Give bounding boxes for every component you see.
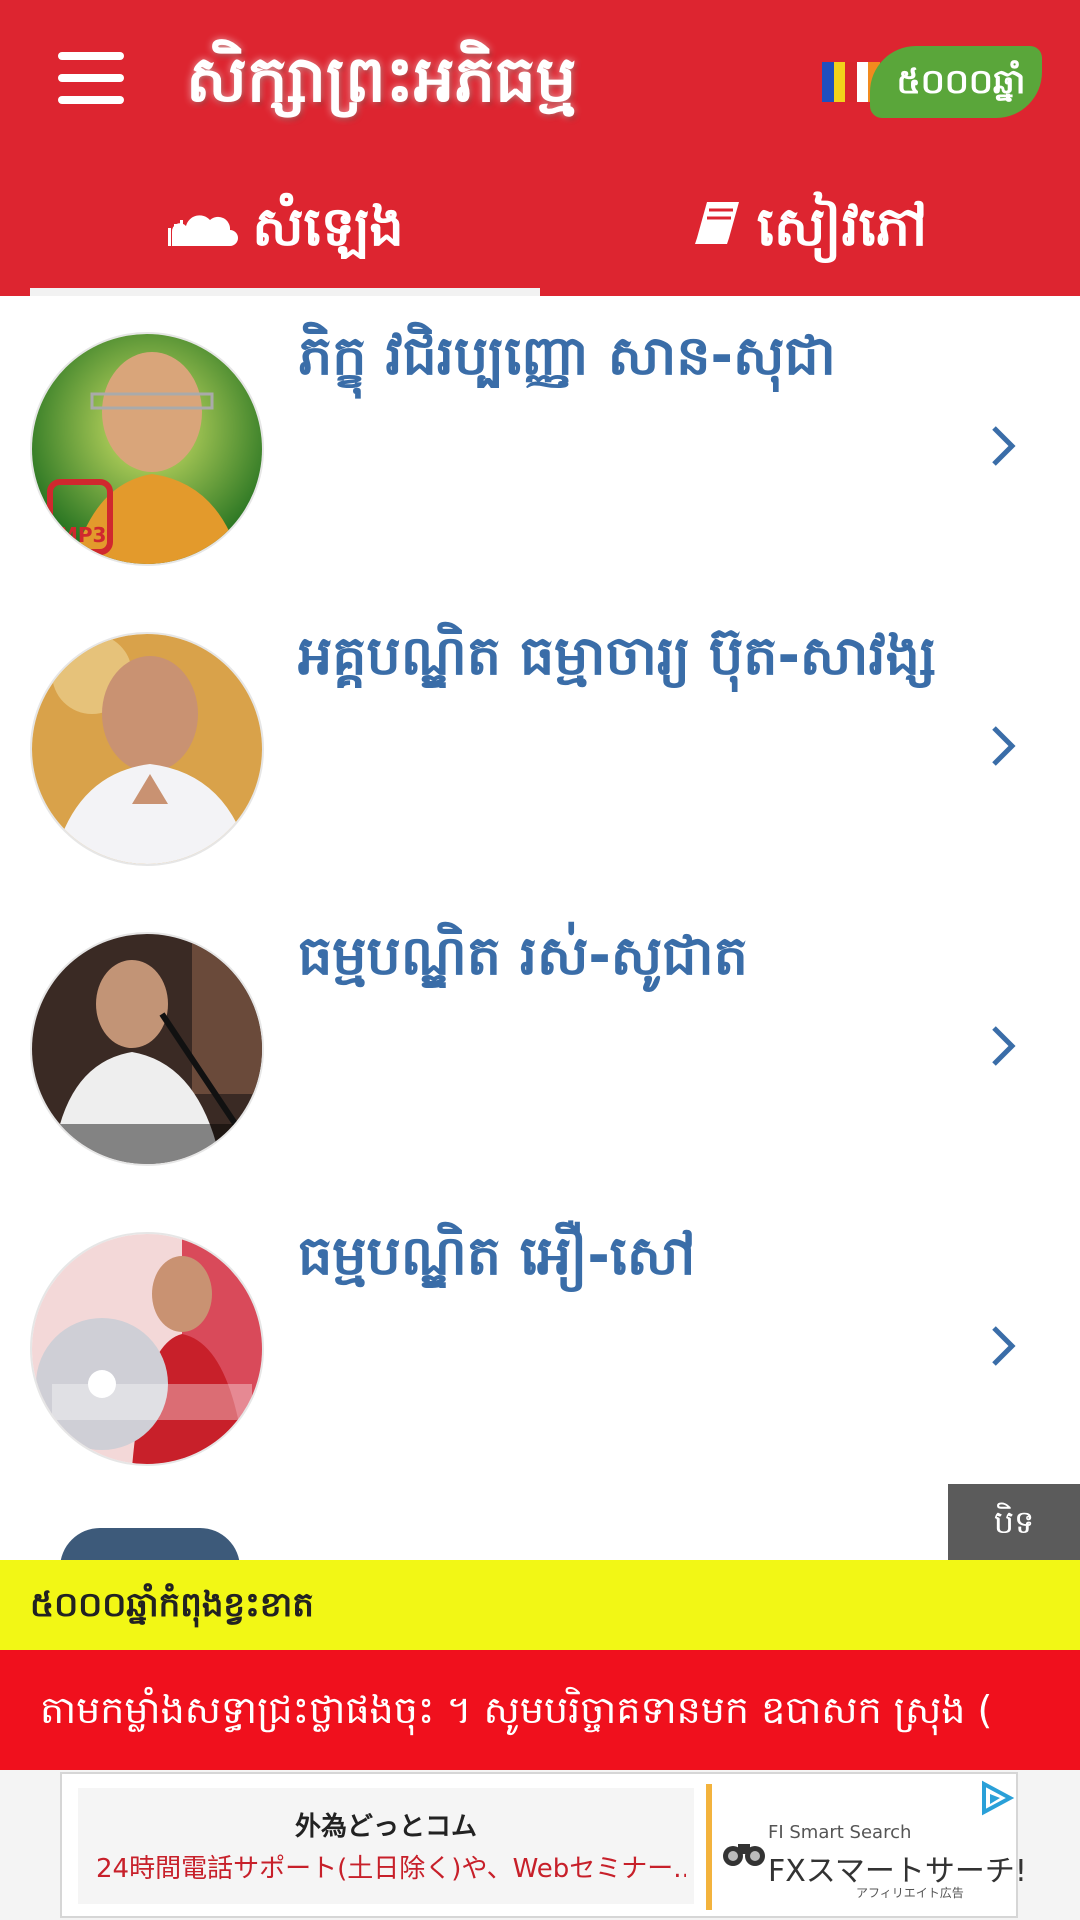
- ad-brand-small: FI Smart Search: [768, 1822, 912, 1843]
- teacher-name: ភិក្ខុ វជិរប្បញ្ញោ សាន-សុជា: [298, 324, 836, 387]
- ad-container: 外為どっとコム 24時間電話サポート(土日除く)や、Webセミナー... FI …: [0, 1770, 1080, 1920]
- close-button[interactable]: បិទ: [948, 1484, 1080, 1560]
- teacher-name: អគ្គបណ្ឌិត ធម្មាចារ្យ ប៊ុត-សាវង្ស: [298, 624, 936, 687]
- chevron-right-icon: [992, 1326, 1016, 1366]
- ad-brand-sub: アフィリエイト広告: [856, 1886, 964, 1900]
- avatar: [30, 932, 264, 1166]
- chevron-right-icon: [992, 1026, 1016, 1066]
- svg-text:MP3: MP3: [58, 523, 106, 547]
- list-item[interactable]: ធម្មបណ្ឌិត រស់-សូជាត: [0, 896, 1080, 1196]
- teacher-name: ធម្មបណ្ឌិត រស់-សូជាត: [298, 924, 748, 987]
- chevron-right-icon: [992, 726, 1016, 766]
- badge-text: ៥០០០ឆ្នាំ: [896, 62, 1026, 102]
- app-title: សិក្សាព្រះអភិធម្ម: [186, 43, 577, 117]
- ad-title: 外為どっとコム: [294, 1812, 477, 1842]
- avatar: [30, 1232, 264, 1466]
- tab-books-label: សៀវភៅ: [756, 195, 928, 258]
- list-item[interactable]: ធម្មបណ្ឌិត អឿ-សៅ: [0, 1196, 1080, 1496]
- book-icon: [693, 175, 743, 285]
- ad-image-panel: FI Smart Search FXスマートサーチ! アフィリエイト広告: [722, 1788, 1027, 1906]
- active-tab-indicator: [30, 288, 540, 296]
- ad-description: 24時間電話サポート(土日除く)や、Webセミナー...: [96, 1854, 686, 1884]
- avatar: MP3: [30, 332, 264, 566]
- app-header: សិក្សាព្រះអភិធម្ម ៥០០០ឆ្នាំ សំឡេង សៀវភៅ: [0, 0, 1080, 296]
- ad-banner[interactable]: 外為どっとコム 24時間電話サポート(土日除く)や、Webセミナー... FI …: [60, 1772, 1027, 1918]
- tab-audio[interactable]: សំឡេង: [30, 172, 540, 282]
- tab-books[interactable]: សៀវភៅ: [540, 172, 1080, 282]
- teacher-name: ធម្មបណ្ឌិត អឿ-សៅ: [298, 1224, 696, 1287]
- ad-divider: [706, 1784, 712, 1910]
- avatar: [30, 632, 264, 866]
- chevron-right-icon: [992, 426, 1016, 466]
- list-item[interactable]: អគ្គបណ្ឌិត ធម្មាចារ្យ ប៊ុត-សាវង្ស: [0, 596, 1080, 896]
- binoculars-icon: [723, 1844, 765, 1866]
- notice-banner: ៥០០០ឆ្នាំកំពុងខ្វះខាត: [0, 1560, 1080, 1650]
- tab-audio-label: សំឡេង: [252, 195, 404, 258]
- ad-text-panel: 外為どっとコム 24時間電話サポート(土日除く)や、Webセミナー...: [78, 1788, 694, 1904]
- cloud-icon: [166, 175, 239, 285]
- adchoices-icon[interactable]: [976, 1778, 1016, 1818]
- 5000-years-badge[interactable]: ៥០០០ឆ្នាំ: [818, 42, 1044, 120]
- teacher-list: MP3 ភិក្ខុ វជិរប្បញ្ញោ សាន-សុជា អគ្គបណ្ឌ…: [0, 296, 1080, 1496]
- list-item[interactable]: MP3 ភិក្ខុ វជិរប្បញ្ញោ សាន-សុជា: [0, 296, 1080, 596]
- hamburger-menu-icon[interactable]: [58, 48, 128, 108]
- donation-marquee[interactable]: តាមកម្លាំងសទ្ធាជ្រះថ្លាផងចុះ ។ សូមបរិច្ច…: [0, 1650, 1080, 1770]
